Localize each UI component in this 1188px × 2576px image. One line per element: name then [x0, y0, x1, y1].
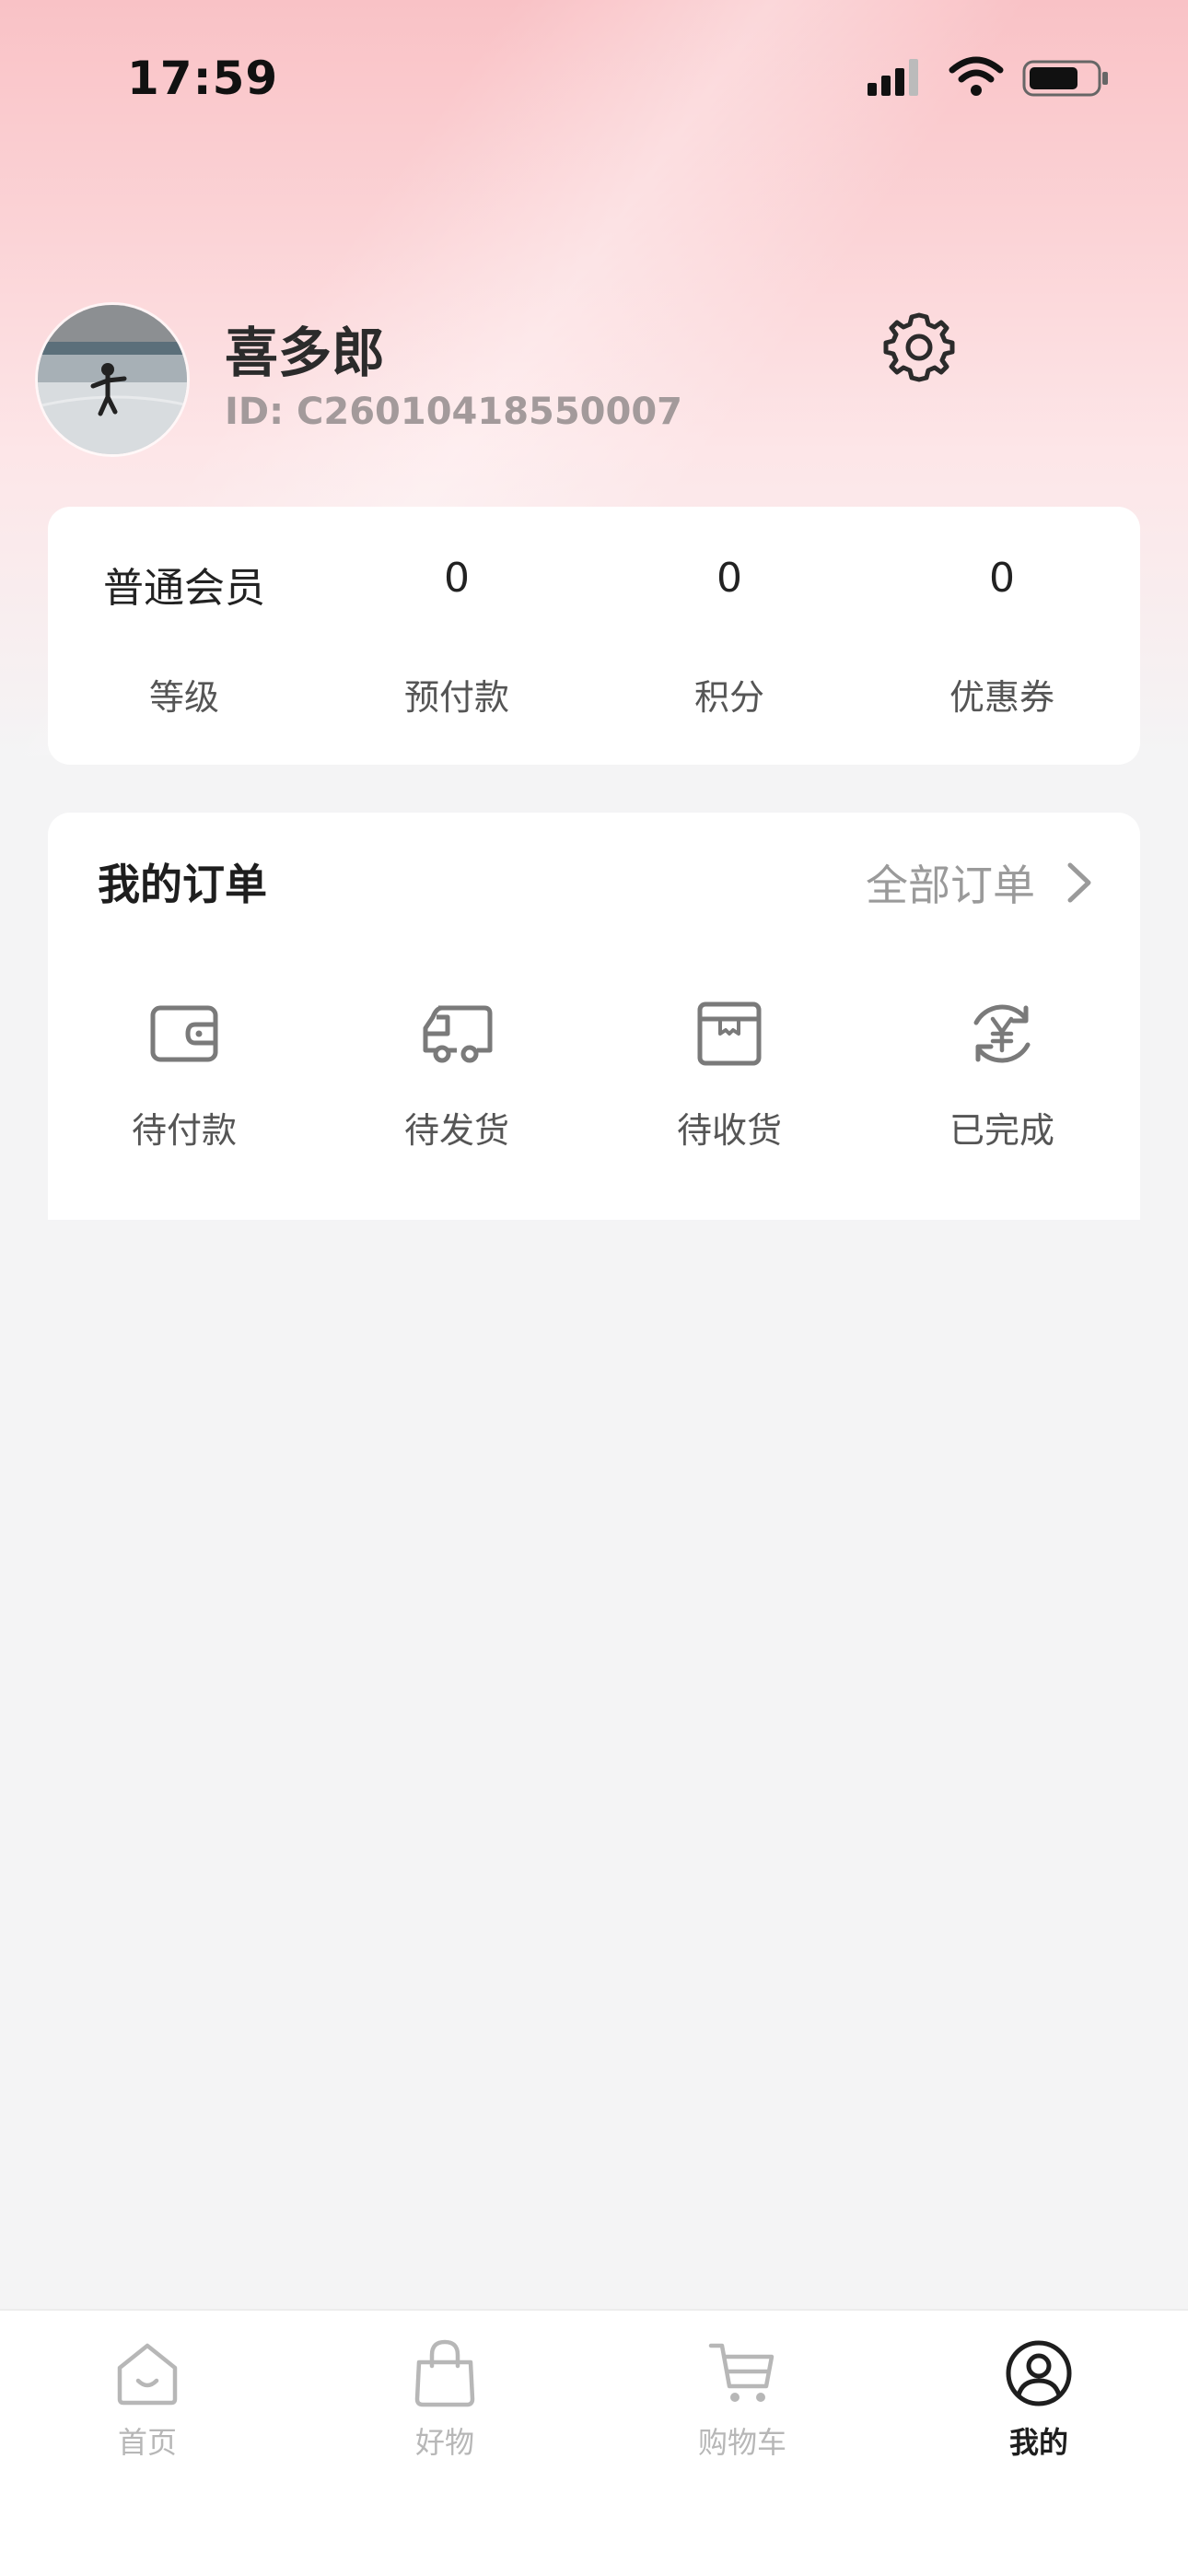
yen-refresh-icon — [973, 1004, 1031, 1063]
stat-level[interactable]: 普通会员 等级 — [48, 507, 320, 765]
package-icon — [697, 1001, 762, 1066]
settings-gear-icon[interactable] — [880, 310, 958, 387]
stat-points[interactable]: 0 积分 — [593, 507, 866, 765]
tab-label: 首页 — [117, 2425, 177, 2460]
tab-home[interactable]: 首页 — [55, 2338, 239, 2467]
stat-coupons[interactable]: 0 优惠券 — [866, 507, 1138, 765]
all-orders-label: 全部订单 — [866, 861, 1035, 910]
order-pending-payment[interactable]: 待付款 — [48, 997, 320, 1181]
order-pending-shipment[interactable]: 待发货 — [320, 997, 593, 1181]
tab-cart[interactable]: 购物车 — [650, 2338, 834, 2467]
avatar-photo-icon — [38, 305, 187, 454]
wifi-icon — [949, 56, 1004, 96]
status-time: 17:59 — [127, 52, 279, 105]
bag-icon — [414, 2339, 475, 2407]
stat-label: 积分 — [693, 677, 764, 718]
tab-mine[interactable]: 我的 — [947, 2338, 1131, 2467]
order-status-label: 已完成 — [949, 1110, 1054, 1151]
stat-value: 0 — [989, 555, 1015, 602]
user-id: ID: C26010418550007 — [225, 391, 683, 433]
tab-goods[interactable]: 好物 — [353, 2338, 537, 2467]
bottom-tab-bar: 首页 好物 购物车 我的 — [0, 2309, 1188, 2576]
stat-label: 优惠券 — [949, 677, 1054, 718]
order-status-label: 待收货 — [676, 1110, 782, 1151]
my-orders-card: 我的订单 全部订单 待付款 待发货 待收货 已完成 — [48, 813, 1140, 1220]
order-pending-receipt[interactable]: 待收货 — [593, 997, 866, 1181]
user-nickname: 喜多郎 — [225, 322, 386, 384]
order-status-label: 待付款 — [131, 1110, 237, 1151]
member-stats-card: 普通会员 等级 0 预付款 0 积分 0 优惠券 — [48, 507, 1140, 765]
all-orders-link[interactable]: 全部订单 — [866, 855, 1098, 910]
avatar[interactable] — [35, 302, 190, 457]
cellular-signal-icon — [868, 59, 918, 96]
cart-icon — [708, 2343, 775, 2402]
home-icon — [117, 2343, 178, 2406]
stat-value: 0 — [716, 555, 742, 602]
tab-label: 购物车 — [697, 2425, 786, 2460]
battery-icon — [1022, 60, 1108, 97]
user-icon — [1006, 2340, 1072, 2406]
stat-value: 0 — [444, 555, 470, 602]
wallet-icon — [150, 1005, 218, 1062]
order-completed[interactable]: 已完成 — [866, 997, 1138, 1181]
status-bar: 17:59 — [0, 0, 1188, 157]
stat-label: 等级 — [148, 677, 219, 718]
tab-label: 我的 — [1008, 2425, 1068, 2460]
stat-prepaid[interactable]: 0 预付款 — [320, 507, 593, 765]
truck-icon — [423, 1005, 493, 1063]
order-status-label: 待发货 — [403, 1110, 509, 1151]
stat-value: 普通会员 — [103, 565, 265, 612]
orders-title: 我的订单 — [98, 860, 267, 909]
tab-label: 好物 — [414, 2425, 474, 2460]
stat-label: 预付款 — [403, 677, 509, 718]
chevron-right-icon — [1067, 862, 1091, 903]
